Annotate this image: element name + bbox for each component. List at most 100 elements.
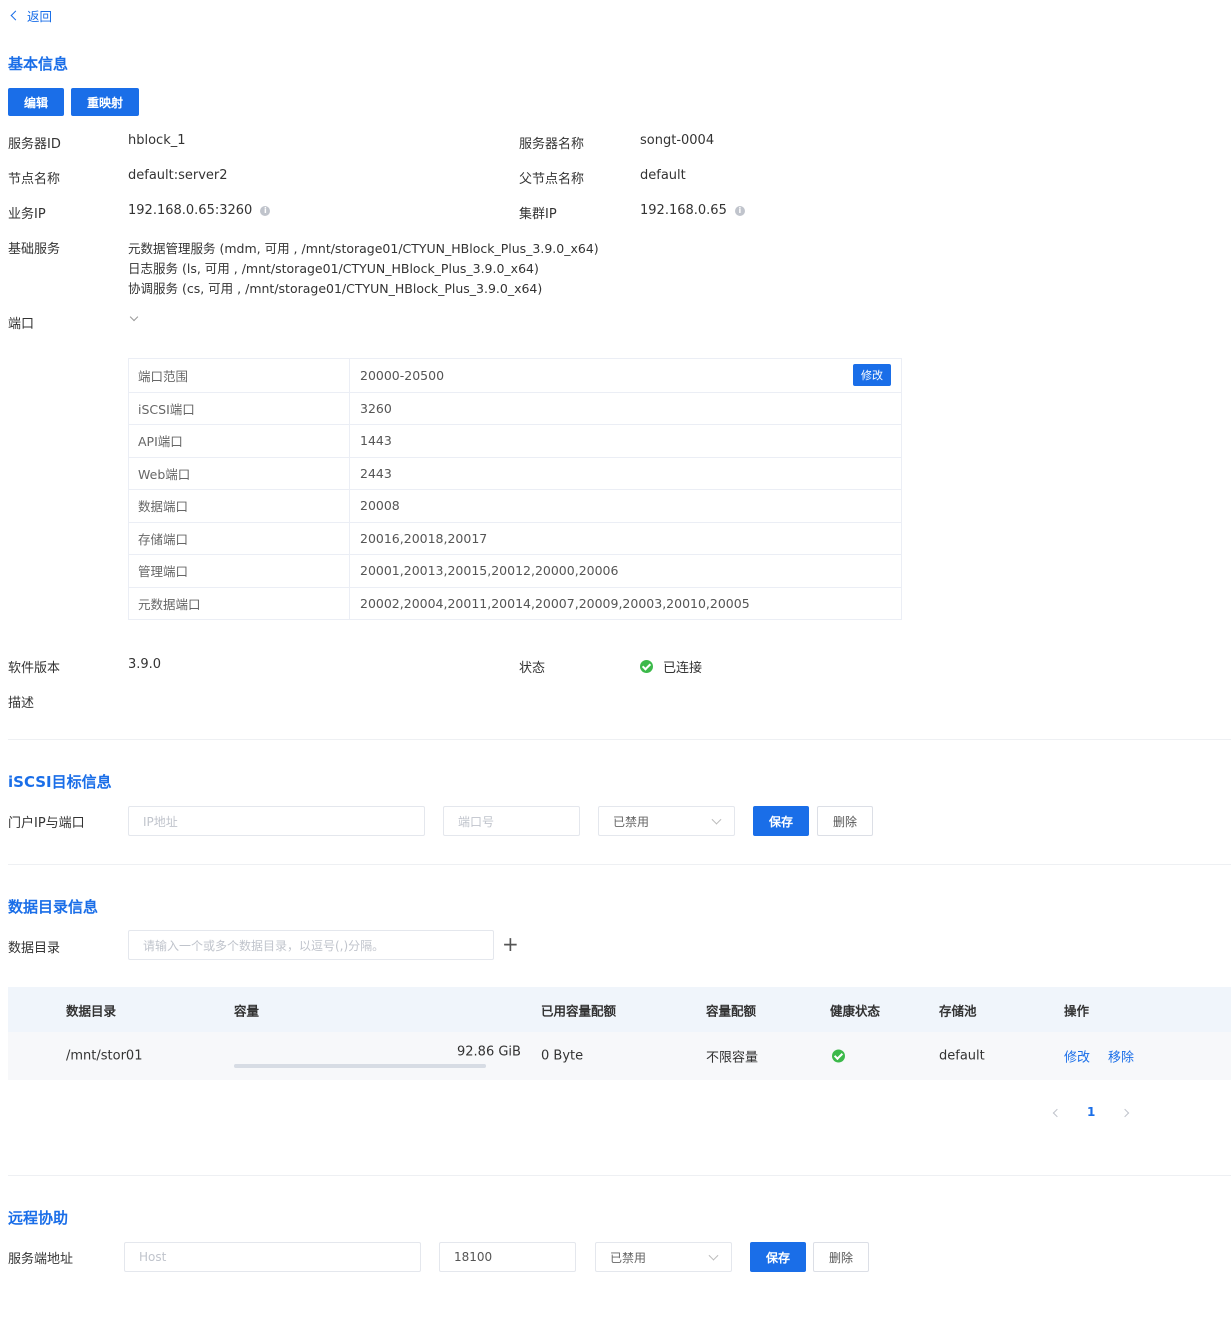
health-ok-icon [832,1049,845,1063]
datadir-table: 数据目录 容量 已用容量配额 容量配额 健康状态 存储池 操作 /mnt/sto… [8,987,1231,1080]
pager-page[interactable]: 1 [1087,1105,1095,1119]
info-icon[interactable]: i [260,205,271,216]
base-service-item: 元数据管理服务 (mdm, 可用 , /mnt/storage01/CTYUN_… [128,241,599,256]
server-name-value: songt-0004 [640,133,715,148]
port-value: 20001,20013,20015,20012,20000,20006 [360,563,619,579]
server-addr-label: 服务端地址 [8,1252,74,1267]
pool-value: default [939,1048,985,1064]
remap-button[interactable]: 重映射 [71,88,139,116]
chevron-down-icon [711,814,722,825]
iscsi-delete-button[interactable]: 删除 [817,806,873,836]
datadir-label: 数据目录 [8,941,61,956]
host-input[interactable]: Host [124,1242,421,1272]
desc-label: 描述 [8,696,35,711]
server-name-label: 服务器名称 [519,137,585,152]
datadir-title: 数据目录信息 [8,898,99,916]
iscsi-save-button[interactable]: 保存 [753,806,809,836]
column-header: 数据目录 [66,1003,117,1018]
version-label: 软件版本 [8,661,61,676]
table-row: /mnt/stor01 92.86 GiB 0 Byte 不限容量 defaul… [8,1032,1231,1080]
capacity-value: 92.86 GiB [457,1044,521,1060]
port-row: 端口范围 20000-20500 修改 [129,359,901,392]
pager-next-icon[interactable] [1120,1108,1130,1118]
base-service-label: 基础服务 [8,242,61,257]
node-name-label: 节点名称 [8,172,61,187]
service-ip-label: 业务IP [8,207,46,222]
port-name: 端口范围 [129,359,350,392]
check-circle-icon [640,660,653,673]
divider [8,739,1231,740]
parent-node-value: default [640,168,686,183]
port-name: 元数据端口 [129,587,350,619]
remote-save-button[interactable]: 保存 [750,1242,806,1272]
pager-prev-icon[interactable] [1052,1108,1062,1118]
port-row: iSCSI端口 3260 [129,391,901,424]
datadir-path: /mnt/stor01 [66,1048,143,1064]
port-row: API端口 1443 [129,424,901,457]
port-value: 20002,20004,20011,20014,20007,20009,2000… [360,595,750,611]
cluster-ip-value: 192.168.0.65 [640,203,727,218]
column-header: 存储池 [939,1003,977,1018]
capacity-bar [234,1064,486,1068]
divider [8,864,1231,865]
column-header: 容量 [234,1003,260,1018]
iscsi-title: iSCSI目标信息 [8,773,112,791]
parent-node-label: 父节点名称 [519,172,585,187]
port-value: 20000-20500 [360,367,445,383]
port-value: 2443 [360,465,392,481]
port-name: API端口 [129,425,350,457]
chevron-down-icon[interactable] [129,312,139,322]
base-service-item: 日志服务 (ls, 可用 , /mnt/storage01/CTYUN_HBlo… [128,261,539,276]
cluster-ip-label: 集群IP [519,207,557,222]
server-id-label: 服务器ID [8,137,61,152]
column-header: 操作 [1064,1003,1090,1018]
column-header: 健康状态 [830,1003,881,1018]
status-value: 已连接 [663,661,703,676]
port-range-edit-button[interactable]: 修改 [853,364,891,386]
table-header: 数据目录 容量 已用容量配额 容量配额 健康状态 存储池 操作 [8,987,1231,1032]
select-value: 已禁用 [613,814,650,829]
port-row: Web端口 2443 [129,456,901,489]
service-ip-value: 192.168.0.65:3260 [128,203,253,218]
used-quota-value: 0 Byte [541,1048,584,1064]
back-label: 返回 [27,9,53,24]
port-name: Web端口 [129,457,350,489]
port-row: 管理端口 20001,20013,20015,20012,20000,20006 [129,554,901,587]
port-label: 端口 [8,317,35,332]
portal-port-input[interactable]: 端口号 [443,806,580,836]
edit-button[interactable]: 编辑 [8,88,64,116]
remote-status-select[interactable]: 已禁用 [595,1242,732,1272]
port-name: 存储端口 [129,522,350,554]
status-label: 状态 [519,661,546,676]
datadir-input[interactable]: 请输入一个或多个数据目录，以逗号(,)分隔。 [128,930,494,960]
info-icon[interactable]: i [734,205,745,216]
iscsi-status-select[interactable]: 已禁用 [598,806,735,836]
base-service-item: 协调服务 (cs, 可用 , /mnt/storage01/CTYUN_HBlo… [128,281,543,296]
port-name: iSCSI端口 [129,392,350,424]
back-link[interactable]: 返回 [10,6,52,25]
row-edit-link[interactable]: 修改 [1064,1047,1090,1066]
port-row: 数据端口 20008 [129,489,901,522]
service-ip-row: 192.168.0.65:3260 i [128,203,271,218]
divider [8,1175,1231,1176]
chevron-left-icon [10,10,21,21]
port-row: 存储端口 20016,20018,20017 [129,521,901,554]
node-name-value: default:server2 [128,168,228,183]
port-value: 20008 [360,498,400,514]
remote-delete-button[interactable]: 删除 [813,1242,869,1272]
portal-ip-input[interactable]: IP地址 [128,806,425,836]
basic-info-title: 基本信息 [8,55,69,73]
port-name: 管理端口 [129,555,350,587]
port-value: 3260 [360,400,392,416]
remote-port-input[interactable]: 18100 [439,1242,576,1272]
port-value: 20016,20018,20017 [360,530,488,546]
port-value: 1443 [360,433,392,449]
version-value: 3.9.0 [128,657,162,672]
row-remove-link[interactable]: 移除 [1108,1047,1134,1066]
port-name: 数据端口 [129,490,350,522]
port-row: 元数据端口 20002,20004,20011,20014,20007,2000… [129,586,901,619]
add-icon[interactable]: + [502,931,519,957]
capacity-bar-fill [234,1064,486,1068]
portal-label: 门户IP与端口 [8,816,85,831]
quota-value: 不限容量 [706,1050,759,1066]
